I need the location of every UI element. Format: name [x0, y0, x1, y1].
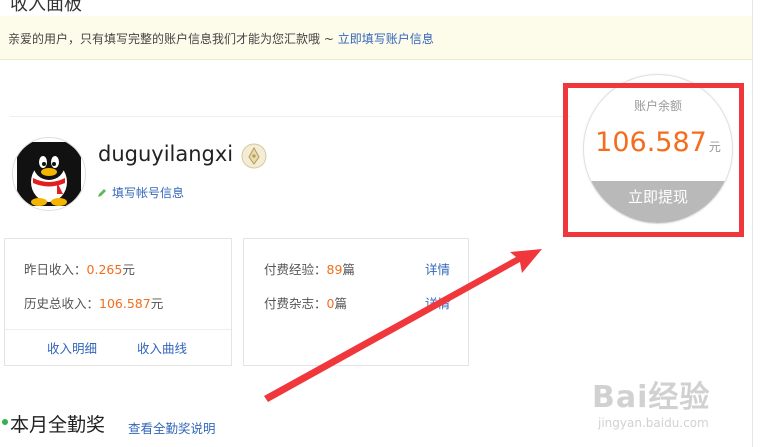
- paid-magazine-label: 付费杂志：: [264, 296, 327, 311]
- edit-account-info-link[interactable]: 填写帐号信息: [96, 184, 184, 201]
- fill-account-info-link[interactable]: 立即填写账户信息: [338, 32, 434, 46]
- pencil-icon: [98, 188, 106, 197]
- paid-experience-unit: 篇: [342, 262, 355, 277]
- page-heading: 收入面板: [10, 0, 82, 15]
- paid-content-panel: 付费经验：89篇 详情 付费杂志：0篇 详情: [243, 238, 469, 366]
- stats-divider: [5, 329, 231, 330]
- income-detail-link[interactable]: 收入明细: [47, 338, 97, 357]
- yesterday-income-label: 昨日收入：: [24, 262, 87, 277]
- avatar: [12, 137, 86, 211]
- username: duguyilangxi: [98, 142, 234, 166]
- paid-experience-label: 付费经验：: [264, 262, 327, 277]
- yesterday-income: 昨日收入：0.265元: [24, 259, 135, 278]
- watermark-logo: Bai经验: [592, 380, 711, 415]
- paid-experience: 付费经验：89篇: [264, 259, 355, 278]
- total-income: 历史总收入：106.587元: [24, 293, 163, 312]
- paid-magazine: 付费杂志：0篇: [264, 293, 347, 312]
- paid-experience-value: 89: [326, 262, 343, 277]
- watermark-url: jingyan.baidu.com: [598, 416, 709, 430]
- income-curve-link[interactable]: 收入曲线: [137, 338, 187, 357]
- total-income-label: 历史总收入：: [24, 296, 100, 311]
- paid-magazine-detail-link[interactable]: 详情: [425, 293, 450, 312]
- total-income-value: 106.587: [99, 296, 151, 311]
- penguin-avatar-icon: [13, 138, 85, 210]
- total-income-unit: 元: [150, 296, 164, 311]
- edit-account-info-label: 填写帐号信息: [112, 186, 185, 200]
- notice-text: 亲爱的用户，只有填写完整的账户信息我们才能为您汇款哦 ~ 立即填写账户信息: [8, 30, 434, 47]
- yesterday-income-value: 0.265: [86, 262, 123, 277]
- paid-experience-detail-link[interactable]: 详情: [425, 259, 450, 278]
- income-stats-panel: 昨日收入：0.265元 历史总收入：106.587元 收入明细 收入曲线: [4, 238, 232, 366]
- level-badge: [241, 143, 267, 169]
- pen-nib-badge-icon: [241, 143, 267, 169]
- section-marker-icon: [2, 419, 8, 425]
- baidu-jingyan-watermark: Bai经验 jingyan.baidu.com: [586, 372, 756, 442]
- yesterday-income-unit: 元: [122, 262, 135, 277]
- divider: [10, 116, 570, 117]
- attendance-title: 本月全勤奖: [10, 414, 106, 436]
- annotation-highlight-box: [563, 83, 744, 237]
- notice-message: 亲爱的用户，只有填写完整的账户信息我们才能为您汇款哦 ~: [8, 32, 338, 46]
- paid-magazine-unit: 篇: [334, 296, 347, 311]
- notice-bar: 亲爱的用户，只有填写完整的账户信息我们才能为您汇款哦 ~ 立即填写账户信息: [0, 16, 752, 60]
- attendance-info-link[interactable]: 查看全勤奖说明: [128, 418, 216, 437]
